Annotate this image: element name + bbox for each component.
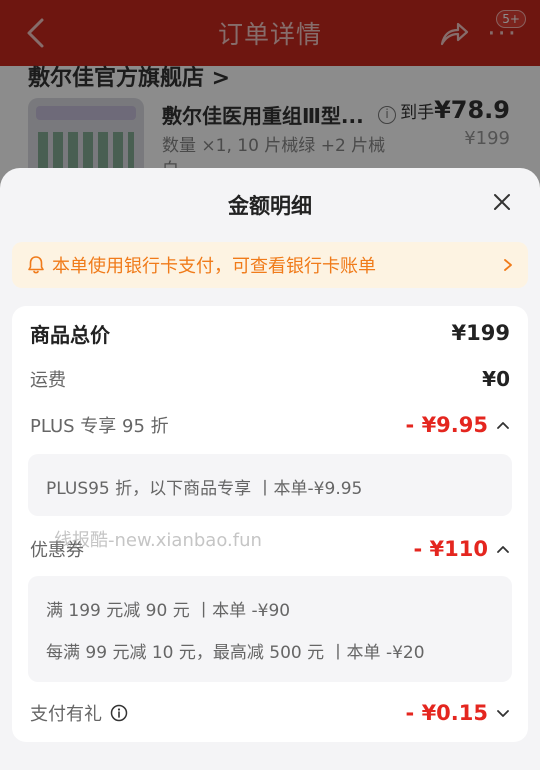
coupon-value: - ¥110 <box>413 537 488 561</box>
amount-card: 商品总价 ¥199 运费 ¥0 PLUS 专享 95 折 - ¥9.95 PLU… <box>12 306 528 742</box>
notice-text: 本单使用银行卡支付，可查看银行卡账单 <box>52 256 376 277</box>
row-shipping: 运费 ¥0 <box>30 367 510 391</box>
row-plus-discount[interactable]: PLUS 专享 95 折 - ¥9.95 <box>30 410 510 440</box>
info-icon[interactable] <box>110 704 128 722</box>
sheet-title: 金额明细 <box>228 194 312 218</box>
total-price-value: ¥199 <box>451 321 510 345</box>
chevron-right-icon <box>504 259 512 271</box>
row-total-price: 商品总价 ¥199 <box>30 321 510 347</box>
chevron-up-icon[interactable] <box>496 420 510 430</box>
shipping-value: ¥0 <box>482 367 510 391</box>
coupon-detail: 满 199 元减 90 元 丨本单 -¥90 每满 99 元减 10 元，最高减… <box>28 576 512 682</box>
row-coupon[interactable]: 优惠券 - ¥110 <box>30 534 510 564</box>
plus-discount-value: - ¥9.95 <box>405 413 488 437</box>
plus-discount-detail: PLUS95 折，以下商品专享 丨本单-¥9.95 <box>28 454 512 516</box>
amount-detail-sheet: 金额明细 本单使用银行卡支付，可查看银行卡账单 商品总价 ¥199 运费 ¥0 … <box>0 168 540 770</box>
row-payment-gift[interactable]: 支付有礼 - ¥0.15 <box>30 698 510 728</box>
chevron-down-icon[interactable] <box>496 708 510 718</box>
bell-icon <box>28 256 44 274</box>
close-icon[interactable] <box>490 190 514 214</box>
payment-gift-value: - ¥0.15 <box>405 701 488 725</box>
bank-card-notice[interactable]: 本单使用银行卡支付，可查看银行卡账单 <box>12 242 528 288</box>
chevron-up-icon[interactable] <box>496 544 510 554</box>
